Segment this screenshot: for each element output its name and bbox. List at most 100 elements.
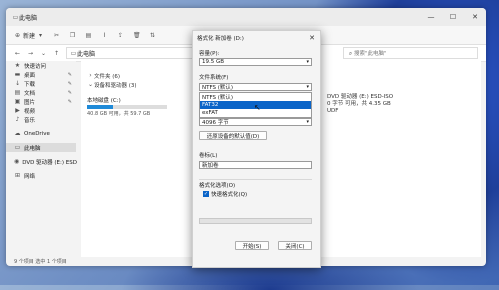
quick-format-label: 快速格式化(Q) <box>211 192 248 198</box>
up-arrow-icon[interactable]: ↑ <box>53 50 60 57</box>
star-icon: ★ <box>14 62 21 69</box>
sidebar-item-label: 音乐 <box>24 117 36 124</box>
dvd-drive-tile[interactable]: DVD 驱动器 (E:) ESD-ISO 0 字节 可用，共 4.35 GB U… <box>327 94 477 115</box>
format-options-label: 格式化选项(O) <box>199 183 236 189</box>
dialog-title: 格式化 新加卷 (D:) <box>197 36 244 42</box>
music-icon: ♪ <box>15 116 20 123</box>
group-label: 设备和驱动器 (3) <box>94 82 137 89</box>
chevron-down-icon: ▾ <box>306 119 309 125</box>
drive-c-tile[interactable]: 本地磁盘 (C:) 40.8 GB 可用，共 59.7 GB <box>87 96 187 117</box>
sidebar-item-label: 图片 <box>24 99 36 106</box>
copy-icon[interactable]: ❐ <box>69 32 76 39</box>
sidebar-item-quick-access[interactable]: ★ 快速访问 <box>6 61 76 70</box>
volume-label-input[interactable]: 新加卷 <box>199 161 312 169</box>
sort-icon[interactable]: ⇅ <box>149 32 156 39</box>
desktop-icon: ▬ <box>14 71 21 78</box>
plus-icon: ⊕ <box>14 31 21 39</box>
title-bar: ▭ 此电脑 — ☐ ✕ <box>6 8 486 26</box>
back-arrow-icon[interactable]: ← <box>14 50 21 57</box>
sidebar-item-label: 网络 <box>24 173 36 180</box>
drive-c-usage-fill <box>87 105 113 109</box>
filesystem-label: 文件系统(F) <box>199 75 229 81</box>
cut-icon[interactable]: ✂ <box>53 32 60 39</box>
dvd-name: DVD 驱动器 (E:) ESD-ISO <box>327 94 394 100</box>
disc-icon: ◉ <box>14 158 20 165</box>
sidebar-item-network[interactable]: ⊞ 网络 <box>6 171 76 180</box>
pin-icon: ✎ <box>67 89 72 96</box>
maximize-button[interactable]: ☐ <box>442 13 464 21</box>
forward-arrow-icon[interactable]: → <box>27 50 34 57</box>
sidebar-item-label: 桌面 <box>24 72 36 79</box>
picture-icon: ▣ <box>14 98 21 105</box>
allocation-value: 4096 字节 <box>202 120 229 126</box>
sidebar-item-downloads[interactable]: ↓ 下载 ✎ <box>6 79 76 88</box>
group-label: 文件夹 (6) <box>94 73 121 80</box>
address-text: 此电脑 <box>77 50 96 58</box>
restore-defaults-button[interactable]: 还原设备的默认值(D) <box>199 131 267 140</box>
sidebar-item-pictures[interactable]: ▣ 图片 ✎ <box>6 97 76 106</box>
sidebar-item-dvd[interactable]: ◉ DVD 驱动器 (E:) ESD <box>6 157 77 166</box>
sidebar-item-desktop[interactable]: ▬ 桌面 ✎ <box>6 70 76 79</box>
rename-icon[interactable]: Ⅰ <box>101 32 108 39</box>
pin-icon: ✎ <box>67 71 72 78</box>
checkmark-icon: ✓ <box>203 191 209 197</box>
filesystem-option[interactable]: NTFS (默认) <box>200 93 311 101</box>
delete-icon[interactable]: 🗑 <box>133 32 141 39</box>
navigation-pane: ★ 快速访问 ▬ 桌面 ✎ ↓ 下载 ✎ ▤ 文档 ✎ ▣ 图片 ✎ ▶ 视频 … <box>6 61 77 257</box>
sidebar-item-label: 视频 <box>24 108 36 115</box>
capacity-value: 19.5 GB <box>202 59 225 65</box>
chevron-down-icon: ▾ <box>306 84 309 90</box>
cloud-icon: ☁ <box>14 130 21 137</box>
drive-c-info: 40.8 GB 可用，共 59.7 GB <box>87 111 151 117</box>
start-button[interactable]: 开始(S) <box>235 241 269 250</box>
sidebar-item-label: 快速访问 <box>24 63 47 70</box>
filesystem-value: NTFS (默认) <box>202 85 234 91</box>
filesystem-select[interactable]: NTFS (默认) ▾ <box>199 83 312 91</box>
sidebar-item-label: 此电脑 <box>24 145 41 152</box>
share-icon[interactable]: ⇪ <box>117 32 124 39</box>
document-icon: ▤ <box>14 89 21 96</box>
close-window-button[interactable]: ✕ <box>464 13 486 21</box>
chevron-down-icon: ⌄ <box>87 81 94 88</box>
quick-format-checkbox[interactable]: ✓ 快速格式化(Q) <box>203 190 247 198</box>
chevron-right-icon: › <box>89 72 92 79</box>
sidebar-item-music[interactable]: ♪ 音乐 <box>6 115 76 124</box>
search-input[interactable]: ⌕ 搜索"此电脑" <box>343 47 478 59</box>
paste-icon[interactable]: ▤ <box>85 32 92 39</box>
dvd-fs: UDF <box>327 108 339 114</box>
download-icon: ↓ <box>14 80 21 87</box>
new-button[interactable]: ⊕ 新建 ▾ <box>14 31 44 40</box>
close-button[interactable]: 关闭(C) <box>278 241 312 250</box>
mouse-cursor-icon: ↖ <box>254 103 261 112</box>
sidebar-item-label: DVD 驱动器 (E:) ESD <box>22 159 77 166</box>
chevron-down-icon: ▾ <box>39 31 43 39</box>
history-chevron-icon[interactable]: ⌄ <box>40 50 47 57</box>
pin-icon: ✎ <box>67 98 72 105</box>
drive-c-name: 本地磁盘 (C:) <box>87 98 121 104</box>
drive-c-usage-bar <box>87 105 167 109</box>
dialog-close-icon[interactable]: ✕ <box>309 34 315 42</box>
pin-icon: ✎ <box>67 80 72 87</box>
computer-icon: ▭ <box>14 144 21 151</box>
computer-icon: ▭ <box>12 13 19 21</box>
sidebar-item-label: 下载 <box>24 81 36 88</box>
sidebar-item-onedrive[interactable]: ☁ OneDrive <box>6 129 76 138</box>
capacity-label: 容量(P): <box>199 51 220 57</box>
allocation-unit-select[interactable]: 4096 字节 ▾ <box>199 118 312 126</box>
capacity-select[interactable]: 19.5 GB ▾ <box>199 58 312 66</box>
search-icon: ⌕ <box>348 49 353 57</box>
divider <box>199 179 312 180</box>
sidebar-item-documents[interactable]: ▤ 文档 ✎ <box>6 88 76 97</box>
dvd-info: 0 字节 可用，共 4.35 GB <box>327 101 391 107</box>
volume-label-value: 新加卷 <box>202 163 219 169</box>
sidebar-item-videos[interactable]: ▶ 视频 <box>6 106 76 115</box>
computer-icon: ▭ <box>70 49 77 57</box>
sidebar-item-this-pc[interactable]: ▭ 此电脑 <box>6 143 76 152</box>
format-dialog: 格式化 新加卷 (D:) ✕ 容量(P): 19.5 GB ▾ 文件系统(F) … <box>192 30 321 268</box>
network-icon: ⊞ <box>14 172 21 179</box>
volume-label-label: 卷标(L) <box>199 153 218 159</box>
video-icon: ▶ <box>15 107 20 114</box>
dialog-title-bar: 格式化 新加卷 (D:) ✕ <box>193 31 320 45</box>
minimize-button[interactable]: — <box>420 13 442 21</box>
sidebar-item-label: OneDrive <box>24 130 50 137</box>
